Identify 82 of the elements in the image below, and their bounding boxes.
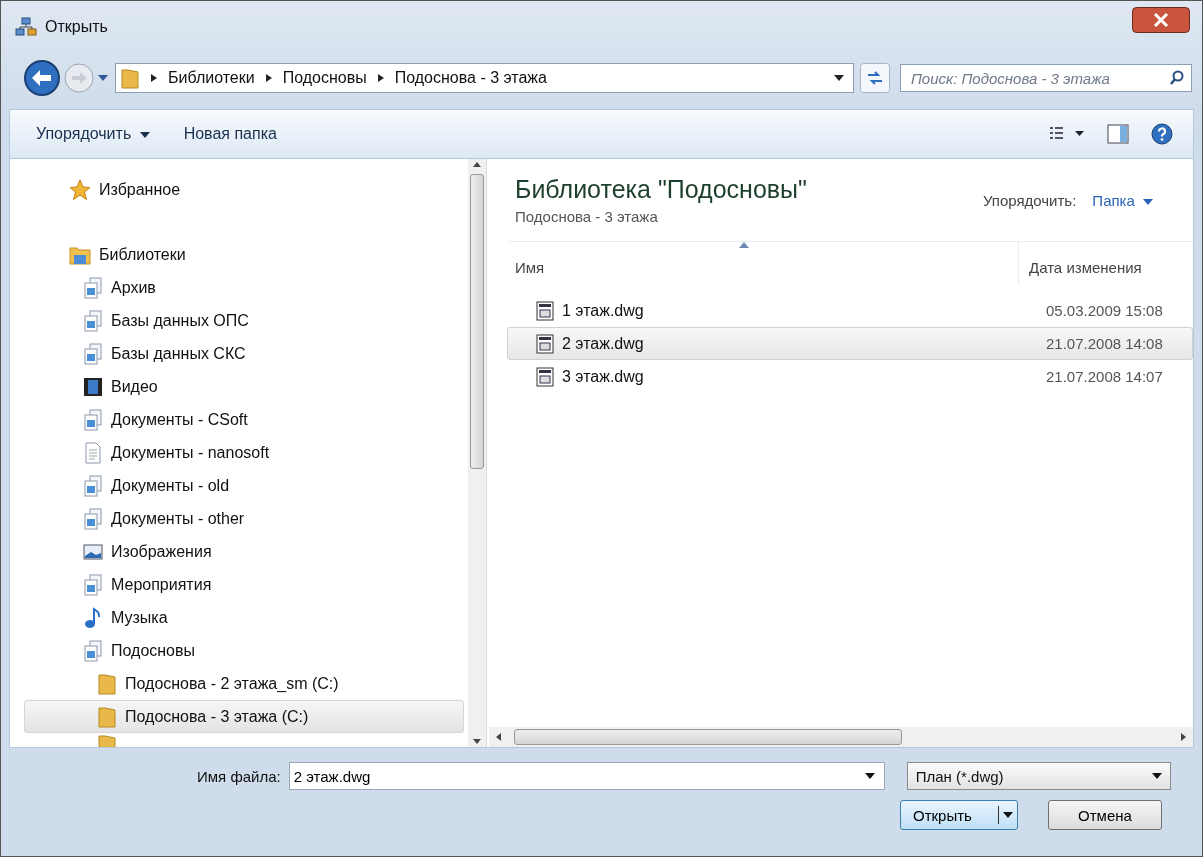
file-date: 21.07.2008 14:07 [1046,368,1163,385]
library-icon [83,276,103,299]
nav-tree-item[interactable]: Подоснова - 3 этажа (C:) [24,700,464,733]
history-dropdown-icon[interactable] [97,73,109,83]
library-icon [83,639,103,662]
library-icon [83,474,103,497]
dropdown-icon[interactable] [864,773,875,779]
breadcrumb-arrow-icon [150,73,158,83]
dwg-file-icon [536,300,554,321]
file-name: 3 этаж.dwg [562,367,645,386]
film-icon [83,375,103,398]
dwg-file-icon [536,333,554,354]
library-icon [83,573,103,596]
breadcrumb-item[interactable]: Подоснова - 3 этажа [394,69,547,87]
search-icon[interactable] [1169,70,1185,86]
library-icon [83,309,103,332]
new-folder-button[interactable]: Новая папка [177,121,283,147]
split-caret-icon [1003,812,1013,818]
breadcrumb-arrow-icon [264,73,273,83]
vertical-scrollbar[interactable] [468,159,486,747]
file-name: 2 этаж.dwg [562,334,645,353]
breadcrumb-item[interactable]: Подосновы [282,69,367,87]
file-type-dropdown[interactable]: План (*.dwg) [906,762,1171,790]
open-button[interactable]: Открыть [900,800,1018,830]
nav-tree-item[interactable]: Мероприятия [24,568,464,601]
breadcrumb-arrow-icon [376,73,385,83]
caret-icon [139,131,150,138]
breadcrumb-item[interactable]: Библиотеки [168,69,255,87]
dwg-file-icon [536,366,554,387]
file-row[interactable]: 3 этаж.dwg 21.07.2008 14:07 [507,360,1193,393]
nav-tree-item[interactable]: Базы данных ОПС [24,304,464,337]
file-row[interactable]: 2 этаж.dwg 21.07.2008 14:08 [507,327,1193,360]
caret-icon [1151,773,1162,779]
back-button[interactable] [23,59,61,97]
music-note-icon [83,606,103,629]
nav-tree-item[interactable]: Документы - nanosoft [24,436,464,469]
library-icon [83,342,103,365]
nav-tree-item[interactable]: Архив [24,271,464,304]
library-subtitle: Подоснова - 3 этажа [515,208,659,225]
arrange-by-dropdown[interactable]: Папка [1092,191,1153,209]
file-name: 1 этаж.dwg [562,301,645,320]
preview-pane-icon[interactable] [1107,124,1129,144]
nav-tree-item[interactable]: Базы данных СКС [24,337,464,370]
caret-icon [1143,198,1153,205]
folder-icon [97,705,117,728]
nav-tree-item[interactable]: Избранное [24,173,464,206]
library-icon [83,507,103,530]
sort-ascending-icon [739,242,749,248]
nav-tree-item[interactable]: Документы - other [24,502,464,535]
help-icon[interactable] [1151,123,1173,145]
organize-menu-button[interactable]: Упорядочить [30,121,156,147]
close-button[interactable] [1132,7,1190,33]
nav-tree-item[interactable]: Видео [24,370,464,403]
window-title: Открыть [45,18,108,36]
file-date: 21.07.2008 14:08 [1046,335,1163,352]
file-row[interactable]: 1 этаж.dwg 05.03.2009 15:08 [507,294,1193,327]
nav-tree-item[interactable]: Подоснова - 2 этажа_sm (C:) [24,667,464,700]
arrange-label: Упорядочить: [982,191,1077,209]
date-column-header[interactable]: Дата изменения [1019,242,1193,284]
nav-tree-item[interactable]: Документы - old [24,469,464,502]
search-field[interactable]: Поиск: Подоснова - 3 этажа [900,64,1192,92]
library-icon [83,408,103,431]
folder-icon [120,67,140,89]
nav-tree-item[interactable]: Документы - CSoft [24,403,464,436]
cancel-button[interactable]: Отмена [1048,800,1162,830]
star-icon [69,178,91,201]
file-name-field[interactable]: 2 этаж.dwg [288,762,885,790]
horizontal-scrollbar[interactable] [489,727,1193,747]
name-column-header[interactable]: Имя [509,242,1019,284]
nav-tree-item[interactable]: Музыка [24,601,464,634]
nav-tree-item[interactable]: Подосновы [24,634,464,667]
address-bar[interactable]: Библиотеки Подосновы Подоснова - 3 этажа [115,63,854,93]
refresh-button[interactable] [860,63,890,93]
view-options-icon[interactable] [1049,126,1085,142]
library-title: Библиотека "Подосновы" [515,175,807,204]
document-icon [83,441,103,464]
dropdown-icon[interactable] [833,74,845,82]
folder-icon [97,672,117,695]
nav-tree-item[interactable]: Библиотеки [24,238,464,271]
nav-tree-item[interactable]: Изображения [24,535,464,568]
file-name-label: Имя файла: [197,767,281,785]
file-date: 05.03.2009 15:08 [1046,302,1163,319]
